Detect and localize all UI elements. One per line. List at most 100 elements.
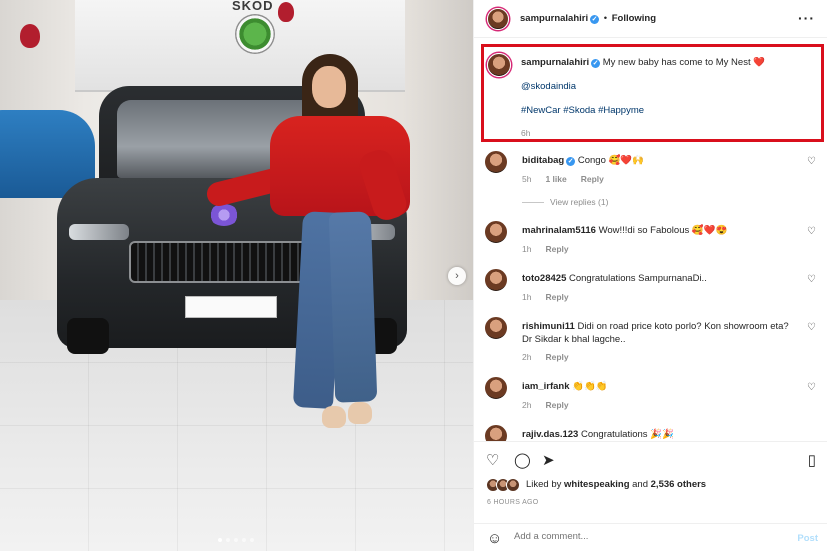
like-heart-icon[interactable]: ♡ bbox=[807, 382, 816, 393]
carousel-dot bbox=[234, 538, 238, 542]
commenter-username[interactable]: rishimuni11 bbox=[522, 321, 575, 332]
view-replies-link[interactable]: View replies (1) bbox=[522, 197, 608, 207]
carousel-dot bbox=[250, 538, 254, 542]
post-header: sampurnalahiri ✓ • Following ··· bbox=[474, 0, 827, 38]
shoe-right bbox=[348, 402, 372, 424]
comment-body: toto28425 Congratulations SampurnanaDi.. bbox=[522, 272, 792, 285]
woman-figure bbox=[204, 54, 426, 434]
comment-meta: 2h Reply bbox=[522, 352, 569, 362]
author-avatar[interactable] bbox=[487, 8, 509, 30]
comment-input[interactable] bbox=[514, 531, 774, 542]
carousel-dots bbox=[218, 538, 254, 542]
caption-author-avatar[interactable] bbox=[487, 53, 511, 77]
comment-meta: 5h 1 like Reply bbox=[522, 174, 604, 184]
commenter-username[interactable]: toto28425 bbox=[522, 273, 566, 284]
comment-time: 1h bbox=[522, 244, 532, 254]
mention-link[interactable]: @skodaindia bbox=[521, 81, 576, 93]
carousel-dot bbox=[226, 538, 230, 542]
face bbox=[312, 66, 346, 108]
comment-bubble-icon[interactable]: ◯ bbox=[514, 451, 531, 469]
comment-body: iam_irfank 👏👏👏 bbox=[522, 380, 792, 393]
comment-body: biditabag ✓ Congo 🥰❤️🙌 bbox=[522, 154, 792, 167]
comment-text: Congratulations 🎉🎉 bbox=[580, 429, 674, 440]
liked-user-link[interactable]: whitespeaking bbox=[564, 479, 629, 490]
bookmark-icon[interactable]: ▯ bbox=[808, 451, 816, 469]
skoda-logo bbox=[235, 14, 275, 54]
commenter-username[interactable]: biditabag bbox=[522, 155, 564, 166]
add-comment-bar: ☺ Post bbox=[474, 523, 827, 551]
view-replies-label: View replies (1) bbox=[550, 197, 609, 207]
post-side-panel: sampurnalahiri ✓ • Following ··· sampurna… bbox=[473, 0, 827, 551]
divider-line bbox=[522, 201, 544, 203]
like-heart-icon[interactable]: ♡ bbox=[807, 274, 816, 285]
commenter-avatar[interactable] bbox=[484, 268, 508, 292]
caption-line: sampurnalahiri ✓ My new baby has come to … bbox=[521, 57, 811, 69]
comment-meta: 1h Reply bbox=[522, 244, 569, 254]
balloon bbox=[20, 24, 40, 48]
verified-badge-icon: ✓ bbox=[590, 15, 600, 24]
comment-time: 2h bbox=[522, 352, 532, 362]
wheel-left bbox=[67, 318, 109, 354]
commenter-avatar[interactable] bbox=[484, 424, 508, 441]
post-comment-button[interactable]: Post bbox=[797, 533, 818, 544]
balloon bbox=[278, 2, 294, 22]
comment-text: Wow!!!di so Fabolous 🥰❤️😍 bbox=[598, 225, 728, 236]
brand-sign-text: SKOD bbox=[232, 0, 274, 13]
purple-bow bbox=[209, 204, 239, 226]
separator-dot: • bbox=[603, 13, 608, 24]
verified-badge-icon: ✓ bbox=[591, 59, 601, 68]
reply-button[interactable]: Reply bbox=[545, 292, 568, 302]
comment-body: rishimuni11 Didi on road price koto porl… bbox=[522, 320, 792, 346]
post-actions: ♡ ◯ ➤ ▯ Liked by whitespeaking and 2,536… bbox=[474, 441, 827, 551]
carousel-dot bbox=[218, 538, 222, 542]
comment-likes[interactable]: 1 like bbox=[545, 174, 566, 184]
like-heart-icon[interactable]: ♡ bbox=[807, 156, 816, 167]
likes-count-link[interactable]: 2,536 others bbox=[651, 479, 706, 490]
author-username[interactable]: sampurnalahiri bbox=[520, 13, 588, 24]
commenter-username[interactable]: iam_irfank bbox=[522, 381, 570, 392]
commenter-avatar[interactable] bbox=[484, 220, 508, 244]
caption-author-username[interactable]: sampurnalahiri bbox=[521, 57, 589, 68]
caption-time: 6h bbox=[521, 128, 531, 138]
reply-button[interactable]: Reply bbox=[581, 174, 604, 184]
caption-text: My new baby has come to My Nest ❤️ bbox=[602, 57, 766, 68]
reply-button[interactable]: Reply bbox=[545, 244, 568, 254]
comment-text: Congratulations SampurnanaDi.. bbox=[569, 273, 707, 284]
comment-text: 👏👏👏 bbox=[572, 381, 608, 392]
commenter-avatar[interactable] bbox=[484, 376, 508, 400]
jeans-right bbox=[328, 211, 378, 403]
commenter-username[interactable]: mahrinalam5116 bbox=[522, 225, 596, 236]
following-button[interactable]: Following bbox=[612, 13, 656, 24]
liked-by-avatars bbox=[486, 478, 522, 492]
comment-text: Congo 🥰❤️🙌 bbox=[577, 155, 644, 166]
emoji-icon[interactable]: ☺ bbox=[487, 530, 502, 547]
posted-time: 6 HOURS AGO bbox=[487, 499, 539, 506]
shoe-left bbox=[322, 406, 346, 428]
comment-time: 2h bbox=[522, 400, 532, 410]
like-heart-icon[interactable]: ♡ bbox=[486, 451, 499, 469]
comment-body: rajiv.das.123 Congratulations 🎉🎉 bbox=[522, 428, 792, 441]
comment-time: 1h bbox=[522, 292, 532, 302]
comment-time: 5h bbox=[522, 174, 532, 184]
share-send-icon[interactable]: ➤ bbox=[542, 451, 555, 469]
like-heart-icon[interactable]: ♡ bbox=[807, 322, 816, 333]
like-heart-icon[interactable]: ♡ bbox=[807, 226, 816, 237]
verified-badge-icon: ✓ bbox=[566, 157, 576, 166]
liked-prefix: Liked by bbox=[526, 479, 562, 490]
commenter-avatar[interactable] bbox=[484, 150, 508, 174]
reply-button[interactable]: Reply bbox=[545, 352, 568, 362]
liker-avatar bbox=[506, 478, 520, 492]
post-photo[interactable]: SKOD › bbox=[0, 0, 473, 551]
comment-meta: 1h Reply bbox=[522, 292, 569, 302]
liked-by-text: Liked by whitespeaking and 2,536 others bbox=[526, 479, 706, 490]
carousel-next-button[interactable]: › bbox=[448, 267, 466, 285]
reply-button[interactable]: Reply bbox=[545, 400, 568, 410]
caption-highlight-box: sampurnalahiri ✓ My new baby has come to … bbox=[481, 44, 824, 142]
comment-meta: 2h Reply bbox=[522, 400, 569, 410]
hashtags[interactable]: #NewCar #Skoda #Happyme bbox=[521, 105, 644, 117]
commenter-username[interactable]: rajiv.das.123 bbox=[522, 429, 578, 440]
more-options-icon[interactable]: ··· bbox=[798, 10, 815, 26]
commenter-avatar[interactable] bbox=[484, 316, 508, 340]
headlight-left bbox=[69, 224, 129, 240]
comment-item: rajiv.das.123 Congratulations 🎉🎉 bbox=[484, 424, 824, 441]
